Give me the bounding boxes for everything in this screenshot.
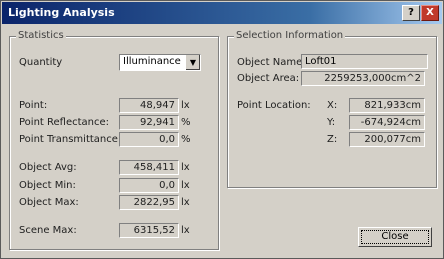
point-value: 48,947 [119,98,179,113]
object-max-value: 2822,95 [119,195,179,210]
object-max-label: Object Max: [19,197,79,208]
lighting-analysis-dialog: Lighting Analysis ? X Statistics Quantit… [0,0,444,259]
close-button[interactable]: Close [358,227,432,247]
point-transmittance-value: 0,0 [119,132,179,147]
close-window-button[interactable]: X [421,5,439,21]
z-label: Z: [327,134,338,145]
object-min-value: 0,0 [119,178,179,193]
object-avg-label: Object Avg: [19,162,77,173]
object-name-label: Object Name: [237,57,306,68]
point-unit: lx [181,100,190,111]
object-avg-unit: lx [181,162,190,173]
z-field: 200,077cm [349,132,425,147]
object-avg-value: 458,411 [119,160,179,175]
object-name-field: Loft01 [301,54,428,69]
point-label: Point: [19,100,48,111]
point-location-label: Point Location: [237,100,311,111]
chevron-down-icon[interactable]: ▼ [185,55,200,70]
point-transmittance-unit: % [181,134,191,145]
window-title: Lighting Analysis [8,6,115,19]
point-transmittance-label: Point Transmittance: [19,134,122,145]
help-button[interactable]: ? [402,5,420,21]
x-label: X: [327,100,338,111]
scene-max-unit: lx [181,225,190,236]
point-reflectance-label: Point Reflectance: [19,117,110,128]
y-label: Y: [327,117,336,128]
y-field: -674,924cm [349,115,425,130]
scene-max-label: Scene Max: [19,225,77,236]
quantity-select[interactable]: Illuminance ▼ [119,54,201,71]
object-area-field: 2259253,000cm^2 [301,71,425,86]
statistics-group-label: Statistics [16,30,66,41]
object-min-unit: lx [181,180,190,191]
object-max-unit: lx [181,197,190,208]
selection-info-group-label: Selection Information [234,30,346,41]
object-area-label: Object Area: [237,73,300,84]
object-min-label: Object Min: [19,180,76,191]
title-bar[interactable]: Lighting Analysis ? X [2,2,442,24]
point-reflectance-unit: % [181,117,191,128]
point-reflectance-value: 92,941 [119,115,179,130]
quantity-select-value: Illuminance [123,56,181,67]
quantity-label: Quantity [19,57,63,68]
x-field: 821,933cm [349,98,425,113]
scene-max-value: 6315,52 [119,223,179,238]
